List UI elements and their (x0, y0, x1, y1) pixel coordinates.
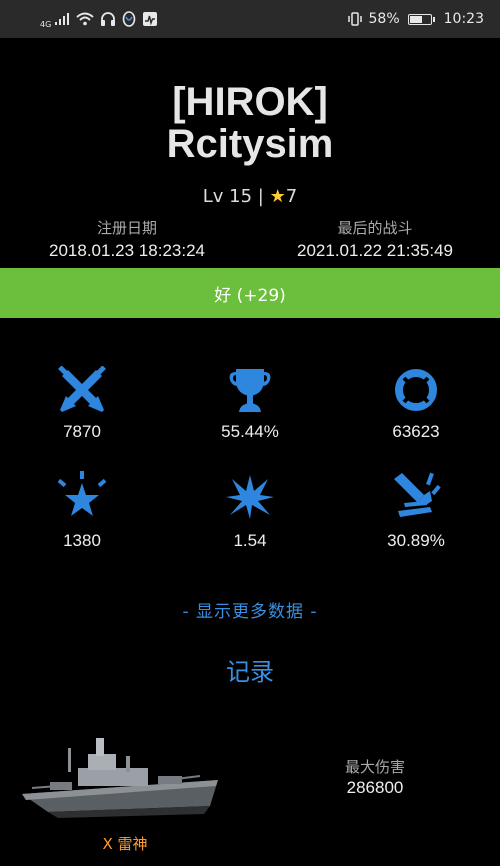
explosion-icon (226, 475, 274, 519)
stat-avg-xp: 63623 (356, 366, 476, 442)
records-title: 记录 (226, 658, 274, 686)
max-damage-label: 最大伤害 (344, 758, 405, 776)
burst-star-icon (57, 471, 107, 516)
stat-avg-xp-value: 63623 (392, 422, 440, 441)
registration-date-value: 2018.01.23 18:23:24 (49, 241, 205, 260)
star-count: 7 (285, 186, 298, 207)
karma-text: 好 (+29) (214, 285, 286, 306)
stat-win-rate: 55.44% (190, 366, 310, 442)
app-icon (122, 11, 136, 27)
status-bar-left: 4G (40, 10, 158, 29)
lifebuoy-icon (395, 369, 437, 411)
shell-hit-icon (394, 472, 441, 517)
stat-kd-ratio-value: 1.54 (233, 531, 267, 550)
stat-hit-rate: 30.89% (356, 471, 476, 551)
vibrate-icon (347, 12, 362, 26)
stat-battles-value: 7870 (63, 422, 101, 441)
karma-bar: 好 (+29) (0, 268, 500, 318)
level-text: Lv 15 | (202, 186, 264, 207)
clan-tag: [HIROK] (172, 80, 328, 124)
show-more-stats-link[interactable]: - 显示更多数据 - (0, 597, 500, 622)
status-bar: 4G 58% 10:23 (0, 0, 500, 38)
star-icon: ★ (269, 186, 286, 207)
stat-kd-ratio: 1.54 (190, 471, 310, 551)
stat-battles: 7870 (22, 366, 142, 442)
headset-icon (101, 12, 116, 26)
stat-frags: 1380 (22, 471, 142, 551)
player-name: Rcitysim (166, 122, 334, 166)
crossed-swords-icon (58, 366, 106, 412)
last-battle-date: 最后的战斗 2021.01.22 21:35:49 (280, 218, 470, 264)
max-damage-value: 286800 (346, 778, 404, 797)
signal-icon (55, 13, 70, 25)
stat-hit-rate-value: 30.89% (387, 531, 445, 550)
trophy-icon (229, 369, 271, 412)
last-battle-label: 最后的战斗 (337, 219, 413, 237)
ship-name[interactable]: X 雷神 (60, 833, 190, 854)
clock: 10:23 (443, 11, 484, 27)
level-line: Lv 15 | ★7 (0, 186, 500, 207)
network-type: 4G (40, 19, 52, 29)
battery-icon (407, 13, 435, 25)
status-bar-right: 58% 10:23 (347, 11, 484, 27)
registration-date-label: 注册日期 (96, 219, 157, 237)
ship-image[interactable] (18, 726, 228, 826)
stat-win-rate-value: 55.44% (221, 422, 279, 441)
wifi-icon (76, 12, 94, 26)
stat-frags-value: 1380 (63, 531, 101, 550)
registration-date: 注册日期 2018.01.23 18:23:24 (32, 218, 222, 264)
battery-percent: 58% (368, 11, 400, 27)
last-battle-value: 2021.01.22 21:35:49 (297, 241, 453, 260)
activity-icon (143, 12, 158, 26)
